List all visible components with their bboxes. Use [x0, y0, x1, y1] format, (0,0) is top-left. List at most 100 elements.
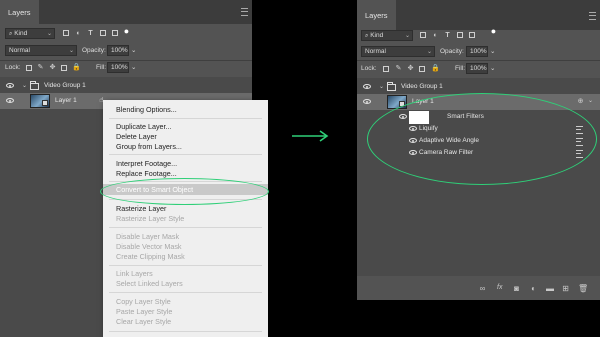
menu-item-disable-vector-mask: Disable Vector Mask [116, 242, 182, 251]
chevron-down-icon: ⌄ [426, 49, 432, 55]
menu-item-delete-layer[interactable]: Delete Layer [116, 132, 157, 141]
opacity-input[interactable]: 100% [107, 45, 129, 56]
folder-icon [387, 82, 396, 91]
visibility-eye-icon[interactable] [363, 99, 371, 104]
filter-pixel-icon[interactable] [420, 32, 426, 38]
filter-smart-object-icon[interactable] [469, 32, 475, 38]
menu-item-duplicate-layer[interactable]: Duplicate Layer... [116, 122, 172, 131]
menu-item-rasterize-layer[interactable]: Rasterize Layer [116, 204, 166, 213]
fill-input[interactable]: 100% [107, 62, 129, 73]
lock-image-icon[interactable]: ✎ [37, 64, 44, 71]
chevron-down-icon[interactable]: ⌄ [22, 82, 27, 90]
lock-transparency-icon[interactable] [26, 65, 32, 71]
menu-item-interpret-footage[interactable]: Interpret Footage... [116, 159, 177, 168]
opacity-label: Opacity: [82, 47, 106, 54]
panel-menu-icon[interactable] [589, 12, 596, 20]
video-layer-icon [42, 100, 48, 106]
lock-transparency-icon[interactable] [383, 66, 389, 72]
fill-label: Fill: [96, 64, 107, 71]
chevron-down-icon: ⌄ [404, 33, 410, 39]
divider [0, 60, 252, 61]
menu-separator [109, 331, 262, 332]
kind-filter-select[interactable]: ⌕ Kind ⌄ [5, 28, 55, 39]
lock-position-icon[interactable]: ✥ [49, 64, 56, 71]
visibility-eye-icon[interactable] [6, 83, 14, 88]
fill-label: Fill: [455, 65, 466, 72]
menu-item-replace-footage[interactable]: Replace Footage... [116, 169, 177, 178]
chevron-down-icon[interactable]: ⌄ [379, 83, 384, 91]
layer-row-group[interactable]: ⌄ Video Group 1 [0, 79, 252, 93]
fx-icon[interactable]: fx [497, 284, 502, 291]
chevron-down-icon[interactable]: ⌄ [131, 45, 136, 56]
chevron-down-icon[interactable]: ⌄ [490, 46, 495, 57]
layer-name: Layer 1 [55, 97, 77, 104]
group-name: Video Group 1 [401, 83, 443, 90]
filter-toggle-icon[interactable]: ● [490, 27, 497, 36]
fill-value: 100% [470, 65, 487, 72]
filter-type-icon[interactable]: T [87, 30, 94, 37]
filter-effects-icon[interactable]: ⊕ [577, 98, 584, 105]
blend-mode-value: Normal [365, 48, 386, 55]
lock-all-icon[interactable]: 🔒 [72, 64, 81, 71]
opacity-value: 100% [111, 47, 128, 54]
search-icon: ⌕ [365, 33, 369, 39]
filter-shape-icon[interactable] [457, 32, 463, 38]
filter-adjustment-icon[interactable]: ◐ [75, 30, 82, 37]
fill-input[interactable]: 100% [466, 63, 488, 74]
filter-pixel-icon[interactable] [63, 30, 69, 36]
visibility-eye-icon[interactable] [6, 98, 14, 103]
divider [357, 60, 600, 61]
lock-position-icon[interactable]: ✥ [407, 65, 414, 72]
lock-artboard-icon[interactable] [419, 66, 425, 72]
menu-separator [109, 265, 262, 266]
menu-item-link-layers: Link Layers [116, 269, 153, 278]
filter-toggle-icon[interactable]: ● [123, 27, 130, 36]
menu-separator [109, 227, 262, 228]
adjustment-layer-icon[interactable]: ◐ [530, 285, 537, 293]
tab-layers[interactable]: Layers [357, 0, 396, 30]
opacity-input[interactable]: 100% [466, 46, 488, 57]
filter-row: ⌕ Kind ⌄ ◐ T ● [357, 27, 600, 42]
filter-shape-icon[interactable] [100, 30, 106, 36]
layer-row-group[interactable]: ⌄ Video Group 1 [357, 80, 600, 94]
lock-label: Lock: [361, 65, 377, 72]
opacity-label: Opacity: [440, 48, 464, 55]
lock-image-icon[interactable]: ✎ [395, 65, 402, 72]
visibility-eye-icon[interactable] [363, 84, 371, 89]
menu-item-blending-options[interactable]: Blending Options... [116, 105, 177, 114]
kind-label: Kind [14, 30, 28, 37]
lock-row: Lock: ✎ ✥ 🔒 Fill: 100% ⌄ [0, 62, 252, 74]
layer-thumbnail [30, 94, 50, 108]
new-group-icon[interactable]: ▬ [546, 285, 554, 293]
filter-type-icon[interactable]: T [444, 32, 451, 39]
blend-mode-select[interactable]: Normal ⌄ [361, 46, 435, 57]
blend-mode-value: Normal [9, 47, 30, 54]
context-menu: Blending Options... Duplicate Layer... D… [103, 100, 268, 337]
blend-row: Normal ⌄ Opacity: 100% ⌄ [0, 45, 252, 57]
filter-smart-object-icon[interactable] [112, 30, 118, 36]
highlight-oval [367, 93, 597, 185]
trash-icon[interactable]: 🗑 [578, 285, 588, 293]
panel-menu-icon[interactable] [241, 8, 248, 16]
link-icon[interactable]: ∞ [479, 285, 486, 293]
lock-artboard-icon[interactable] [61, 65, 67, 71]
tab-layers[interactable]: Layers [0, 0, 39, 24]
chevron-down-icon[interactable]: ⌄ [490, 63, 495, 74]
menu-item-group-from-layers[interactable]: Group from Layers... [116, 142, 182, 151]
lock-row: Lock: ✎ ✥ 🔒 Fill: 100% ⌄ [357, 63, 600, 75]
menu-item-disable-layer-mask: Disable Layer Mask [116, 232, 180, 241]
chevron-down-icon[interactable]: ⌄ [587, 98, 594, 105]
menu-item-rasterize-layer-style: Rasterize Layer Style [116, 214, 185, 223]
filter-adjustment-icon[interactable]: ◐ [432, 32, 439, 39]
menu-item-create-clipping-mask: Create Clipping Mask [116, 252, 185, 261]
lock-all-icon[interactable]: 🔒 [431, 65, 440, 72]
right-arrow-icon [292, 130, 329, 142]
add-mask-icon[interactable]: ◙ [513, 285, 520, 293]
menu-item-clear-layer-style: Clear Layer Style [116, 317, 172, 326]
new-layer-icon[interactable]: ⊞ [562, 285, 569, 293]
opacity-value: 100% [470, 48, 487, 55]
blend-mode-select[interactable]: Normal ⌄ [5, 45, 77, 56]
chevron-down-icon[interactable]: ⌄ [131, 62, 136, 73]
kind-filter-select[interactable]: ⌕ Kind ⌄ [361, 30, 413, 41]
highlight-oval [100, 178, 269, 205]
